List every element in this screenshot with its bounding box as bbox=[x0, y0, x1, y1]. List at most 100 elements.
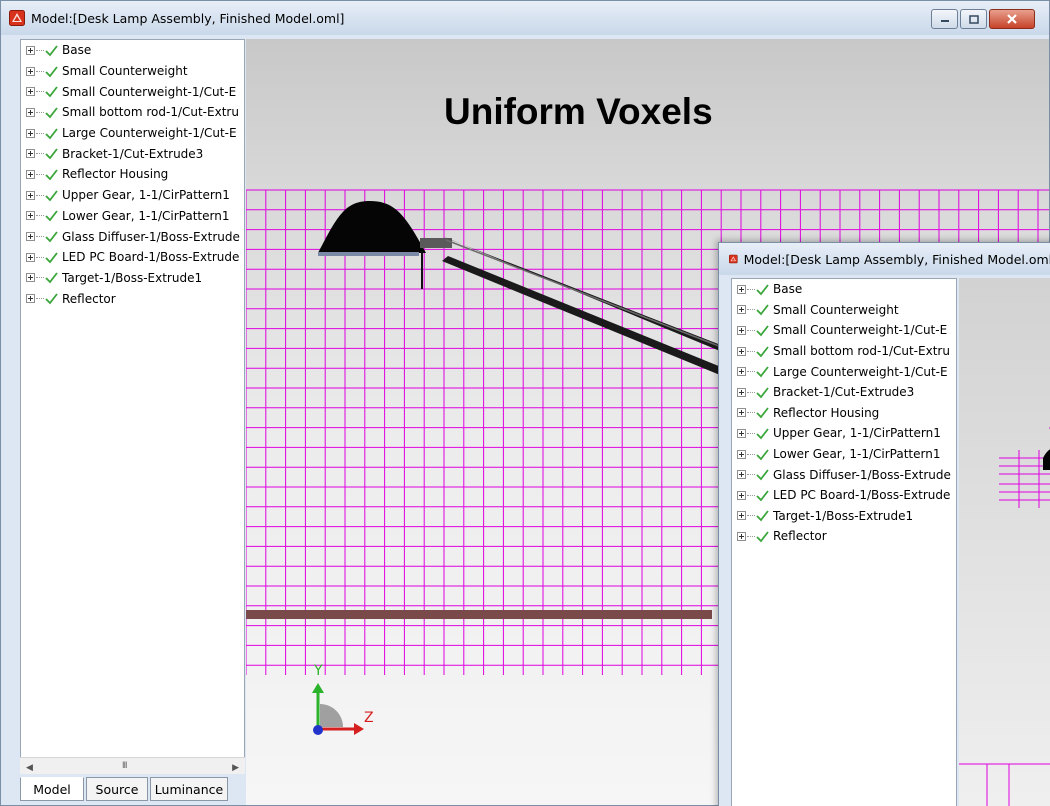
expand-icon[interactable] bbox=[26, 294, 35, 304]
expand-icon[interactable] bbox=[26, 252, 35, 262]
expand-icon[interactable] bbox=[737, 346, 746, 356]
tree-item[interactable]: Reflector Housing bbox=[21, 164, 244, 185]
tree-item[interactable]: Base bbox=[732, 279, 956, 300]
tree-connector bbox=[36, 256, 44, 258]
3d-viewport[interactable] bbox=[959, 278, 1050, 806]
tree-item[interactable]: Lower Gear, 1-1/CirPattern1 bbox=[21, 206, 244, 227]
expand-icon[interactable] bbox=[737, 511, 746, 521]
check-icon[interactable] bbox=[44, 85, 59, 98]
tree-item[interactable]: Glass Diffuser-1/Boss-Extrude bbox=[732, 464, 956, 485]
expand-icon[interactable] bbox=[26, 232, 35, 242]
check-icon[interactable] bbox=[755, 427, 770, 440]
check-icon[interactable] bbox=[755, 345, 770, 358]
tab-source[interactable]: Source bbox=[86, 777, 148, 801]
expand-icon[interactable] bbox=[737, 408, 746, 418]
tree-item-label: Target-1/Boss-Extrude1 bbox=[773, 508, 914, 523]
model-tree-panel[interactable]: Base Small Counterweight Small Counterweig… bbox=[20, 39, 245, 767]
tree-item[interactable]: Base bbox=[21, 40, 244, 61]
tree-horizontal-scrollbar[interactable]: ◀ III ▶ bbox=[20, 757, 245, 774]
tree-item[interactable]: Target-1/Boss-Extrude1 bbox=[732, 506, 956, 527]
tree-item-label: Reflector Housing bbox=[773, 405, 880, 420]
minimize-button[interactable] bbox=[931, 9, 958, 29]
expand-icon[interactable] bbox=[26, 66, 35, 76]
scroll-left-icon[interactable]: ◀ bbox=[26, 762, 33, 773]
check-icon[interactable] bbox=[44, 106, 59, 119]
check-icon[interactable] bbox=[755, 509, 770, 522]
tree-item[interactable]: Small Counterweight-1/Cut-E bbox=[21, 81, 244, 102]
expand-icon[interactable] bbox=[737, 367, 746, 377]
main-titlebar[interactable]: Model:[Desk Lamp Assembly, Finished Mode… bbox=[1, 1, 1049, 35]
check-icon[interactable] bbox=[44, 147, 59, 160]
expand-icon[interactable] bbox=[26, 211, 35, 221]
expand-icon[interactable] bbox=[26, 149, 35, 159]
expand-icon[interactable] bbox=[26, 190, 35, 200]
tree-item[interactable]: Large Counterweight-1/Cut-E bbox=[21, 123, 244, 144]
tree-item[interactable]: Small Counterweight bbox=[21, 61, 244, 82]
check-icon[interactable] bbox=[755, 530, 770, 543]
expand-icon[interactable] bbox=[26, 128, 35, 138]
check-icon[interactable] bbox=[755, 324, 770, 337]
check-icon[interactable] bbox=[755, 448, 770, 461]
expand-icon[interactable] bbox=[737, 428, 746, 438]
expand-icon[interactable] bbox=[26, 107, 35, 117]
check-icon[interactable] bbox=[44, 230, 59, 243]
check-icon[interactable] bbox=[44, 292, 59, 305]
tab-luminance[interactable]: Luminance bbox=[150, 777, 228, 801]
expand-icon[interactable] bbox=[737, 284, 746, 294]
scroll-thumb-grip[interactable]: III bbox=[122, 760, 127, 770]
tree-item[interactable]: Large Counterweight-1/Cut-E bbox=[732, 361, 956, 382]
expand-icon[interactable] bbox=[737, 470, 746, 480]
check-icon[interactable] bbox=[44, 65, 59, 78]
tab-model[interactable]: Model bbox=[20, 777, 84, 801]
secondary-titlebar[interactable]: Model:[Desk Lamp Assembly, Finished Mode… bbox=[719, 243, 1050, 275]
expand-icon[interactable] bbox=[737, 325, 746, 335]
tree-item[interactable]: Small Counterweight bbox=[732, 300, 956, 321]
check-icon[interactable] bbox=[44, 168, 59, 181]
check-icon[interactable] bbox=[44, 251, 59, 264]
maximize-button[interactable] bbox=[960, 9, 987, 29]
tree-item[interactable]: Bracket-1/Cut-Extrude3 bbox=[732, 382, 956, 403]
check-icon[interactable] bbox=[755, 406, 770, 419]
expand-icon[interactable] bbox=[26, 273, 35, 283]
check-icon[interactable] bbox=[44, 44, 59, 57]
tree-item[interactable]: Target-1/Boss-Extrude1 bbox=[21, 268, 244, 289]
expand-icon[interactable] bbox=[737, 387, 746, 397]
axis-y-label: Y bbox=[314, 663, 323, 679]
expand-icon[interactable] bbox=[26, 45, 35, 55]
tree-item[interactable]: Upper Gear, 1-1/CirPattern1 bbox=[732, 423, 956, 444]
check-icon[interactable] bbox=[755, 489, 770, 502]
check-icon[interactable] bbox=[755, 386, 770, 399]
check-icon[interactable] bbox=[44, 189, 59, 202]
tree-item[interactable]: Small bottom rod-1/Cut-Extru bbox=[732, 341, 956, 362]
tree-item[interactable]: LED PC Board-1/Boss-Extrude bbox=[732, 485, 956, 506]
expand-icon[interactable] bbox=[26, 87, 35, 97]
tree-item[interactable]: Small bottom rod-1/Cut-Extru bbox=[21, 102, 244, 123]
scroll-right-icon[interactable]: ▶ bbox=[232, 762, 239, 773]
tree-item[interactable]: Reflector bbox=[732, 526, 956, 547]
check-icon[interactable] bbox=[44, 271, 59, 284]
check-icon[interactable] bbox=[755, 303, 770, 316]
expand-icon[interactable] bbox=[26, 169, 35, 179]
tree-item[interactable]: Lower Gear, 1-1/CirPattern1 bbox=[732, 444, 956, 465]
tree-item[interactable]: Small Counterweight-1/Cut-E bbox=[732, 320, 956, 341]
tree-item[interactable]: Reflector Housing bbox=[732, 403, 956, 424]
close-button[interactable] bbox=[989, 9, 1035, 29]
check-icon[interactable] bbox=[755, 365, 770, 378]
window-title: Model:[Desk Lamp Assembly, Finished Mode… bbox=[743, 251, 1050, 267]
check-icon[interactable] bbox=[44, 127, 59, 140]
expand-icon[interactable] bbox=[737, 531, 746, 541]
tree-item[interactable]: Bracket-1/Cut-Extrude3 bbox=[21, 143, 244, 164]
expand-icon[interactable] bbox=[737, 490, 746, 500]
expand-icon[interactable] bbox=[737, 449, 746, 459]
tree-item[interactable]: Reflector bbox=[21, 288, 244, 309]
check-icon[interactable] bbox=[755, 468, 770, 481]
expand-icon[interactable] bbox=[737, 305, 746, 315]
tree-connector bbox=[36, 173, 44, 175]
tree-item[interactable]: Upper Gear, 1-1/CirPattern1 bbox=[21, 185, 244, 206]
check-icon[interactable] bbox=[44, 209, 59, 222]
tree-item[interactable]: Glass Diffuser-1/Boss-Extrude bbox=[21, 226, 244, 247]
tree-connector bbox=[36, 298, 44, 300]
check-icon[interactable] bbox=[755, 283, 770, 296]
tree-item[interactable]: LED PC Board-1/Boss-Extrude bbox=[21, 247, 244, 268]
model-tree-panel[interactable]: Base Small Counterweight Small Counterweig… bbox=[731, 278, 957, 806]
